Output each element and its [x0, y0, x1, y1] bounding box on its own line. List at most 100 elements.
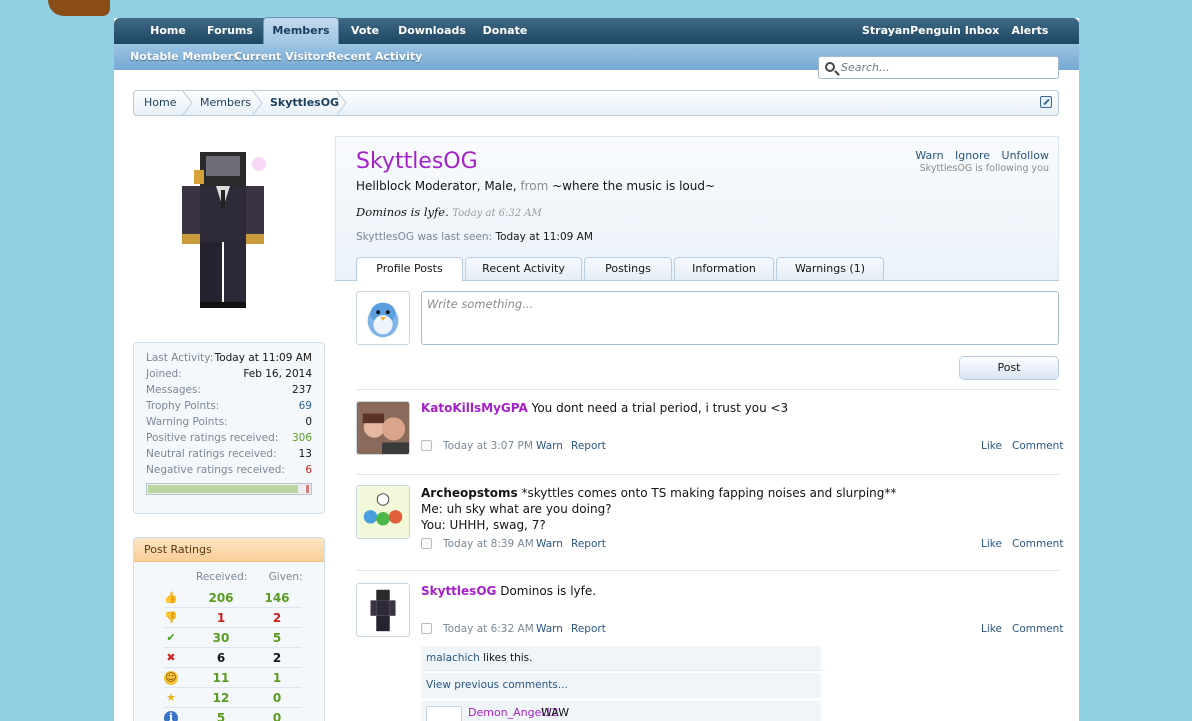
post-meta: Today at 8:39 AM Warn Report Like Commen…: [421, 538, 1063, 552]
breadcrumb-separator-icon: [181, 90, 193, 116]
divider: [356, 389, 1059, 390]
tab-postings[interactable]: Postings: [584, 257, 672, 281]
smile-icon: ☺: [164, 671, 178, 685]
post-message: KatoKillsMyGPA You dont need a trial per…: [421, 401, 789, 415]
warn-link[interactable]: Warn: [915, 149, 943, 162]
likes-summary: malachich likes this.: [421, 646, 821, 671]
poster-name[interactable]: SkyttlesOG: [421, 584, 496, 598]
nav-inbox[interactable]: Inbox: [962, 18, 1002, 44]
received-header: Received:: [196, 571, 248, 583]
comment-text: WAW: [541, 706, 570, 719]
unfollow-link[interactable]: Unfollow: [1002, 149, 1049, 162]
subnav-recent-activity[interactable]: Recent Activity: [328, 50, 422, 63]
stat-trophy-points: Trophy Points: 69: [146, 400, 312, 412]
report-link[interactable]: Report: [571, 440, 606, 452]
rating-row-dislike: 👎 1 2: [164, 608, 302, 628]
like-link[interactable]: Like: [981, 538, 1002, 550]
stat-messages: Messages: 237: [146, 384, 312, 396]
expand-icon[interactable]: [1040, 96, 1052, 108]
stat-negative-ratings: Negative ratings received: 6: [146, 464, 312, 476]
site-logo[interactable]: [48, 0, 110, 16]
profile-avatar[interactable]: [178, 152, 273, 312]
divider: [356, 474, 1059, 475]
stat-positive-ratings: Positive ratings received: 306: [146, 432, 312, 444]
nav-alerts[interactable]: Alerts: [1008, 18, 1052, 44]
post-avatar[interactable]: [356, 401, 410, 455]
nav-tab-forums[interactable]: Forums: [200, 18, 260, 44]
cross-icon: ✖: [166, 651, 176, 664]
main-navbar: Home Forums Members Vote Downloads Donat…: [114, 17, 1079, 45]
breadcrumb-current[interactable]: SkyttlesOG: [270, 91, 339, 115]
warn-link[interactable]: Warn: [536, 623, 563, 635]
comment-link[interactable]: Comment: [1012, 538, 1063, 550]
select-checkbox[interactable]: [421, 440, 432, 451]
nav-tab-vote[interactable]: Vote: [342, 18, 388, 44]
profile-actions: Warn Ignore Unfollow: [907, 149, 1049, 162]
photo-avatar-icon: [357, 402, 409, 454]
post-time[interactable]: Today at 8:39 AM: [443, 538, 534, 550]
rating-row-funny: ☺ 11 1: [164, 668, 302, 688]
rating-row-disagree: ✖ 6 2: [164, 648, 302, 668]
breadcrumb-separator-icon: [251, 90, 263, 116]
own-avatar[interactable]: [356, 291, 410, 345]
rating-row-winner: ★ 12 0: [164, 688, 302, 708]
profile-location[interactable]: ~where the music is loud~: [552, 179, 715, 193]
subnav-notable-members[interactable]: Notable Members: [130, 50, 240, 63]
post-ratings-panel: Post Ratings Received: Given: 👍 206 146 …: [133, 537, 325, 721]
post-ratings-title: Post Ratings: [134, 538, 324, 562]
post-message: SkyttlesOG Dominos is lyfe.: [421, 584, 597, 598]
post-message: Archeopstoms *skyttles comes onto TS mak…: [421, 486, 897, 532]
subnav-current-visitors[interactable]: Current Visitors: [234, 50, 332, 63]
report-link[interactable]: Report: [571, 538, 606, 550]
liker-name[interactable]: malachich: [426, 652, 480, 664]
profile-username: SkyttlesOG: [356, 149, 478, 174]
nav-username[interactable]: StrayanPenguin: [862, 18, 961, 44]
ignore-link[interactable]: Ignore: [955, 149, 990, 162]
select-checkbox[interactable]: [421, 538, 432, 549]
search-input[interactable]: Search...: [818, 56, 1059, 79]
tab-warnings[interactable]: Warnings (1): [776, 257, 884, 281]
skin-avatar-icon: [370, 589, 396, 632]
select-checkbox[interactable]: [421, 623, 432, 634]
breadcrumb-members[interactable]: Members: [200, 91, 251, 115]
nav-tab-home[interactable]: Home: [139, 18, 197, 44]
warn-link[interactable]: Warn: [536, 538, 563, 550]
warn-link[interactable]: Warn: [536, 440, 563, 452]
like-link[interactable]: Like: [981, 623, 1002, 635]
nav-tab-members[interactable]: Members: [263, 17, 339, 45]
poster-name[interactable]: Archeopstoms: [421, 486, 518, 500]
info-icon: i: [164, 711, 178, 721]
tab-information[interactable]: Information: [674, 257, 774, 281]
post-ratings-headers: Received: Given:: [196, 571, 303, 583]
like-link[interactable]: Like: [981, 440, 1002, 452]
report-link[interactable]: Report: [571, 623, 606, 635]
poster-name[interactable]: KatoKillsMyGPA: [421, 401, 528, 415]
post-time[interactable]: Today at 3:07 PM: [443, 440, 533, 452]
check-icon: ✔: [166, 631, 176, 644]
stat-neutral-ratings: Neutral ratings received: 13: [146, 448, 312, 460]
comment-item: Demon_Angel12 WAW: [421, 701, 821, 721]
post-time[interactable]: Today at 6:32 AM: [443, 623, 534, 635]
nav-tab-downloads[interactable]: Downloads: [394, 18, 470, 44]
given-header: Given:: [268, 571, 303, 583]
nav-tab-donate[interactable]: Donate: [476, 18, 534, 44]
post-avatar[interactable]: [356, 583, 410, 637]
tab-recent-activity[interactable]: Recent Activity: [465, 257, 582, 281]
status-time[interactable]: Today at 6:32 AM: [452, 208, 541, 219]
comment-link[interactable]: Comment: [1012, 623, 1063, 635]
divider: [356, 570, 1059, 571]
search-icon: [825, 62, 835, 72]
status-textarea[interactable]: Write something...: [421, 291, 1059, 345]
tab-profile-posts[interactable]: Profile Posts: [356, 257, 463, 282]
profile-user-title: Hellblock Moderator, Male, from ~where t…: [356, 179, 716, 193]
post-avatar[interactable]: [356, 485, 410, 539]
comment-link[interactable]: Comment: [1012, 440, 1063, 452]
view-previous-comments[interactable]: View previous comments...: [421, 673, 821, 698]
post-button[interactable]: Post: [959, 356, 1059, 380]
comment-avatar[interactable]: [426, 706, 462, 721]
member-stats: Last Activity: Today at 11:09 AM Joined: F…: [133, 342, 325, 514]
rating-bar: [146, 483, 312, 495]
rating-bar-positive-fill: [148, 485, 298, 493]
breadcrumb-home[interactable]: Home: [144, 91, 176, 115]
rating-row-informative: i 5 0: [164, 708, 302, 721]
